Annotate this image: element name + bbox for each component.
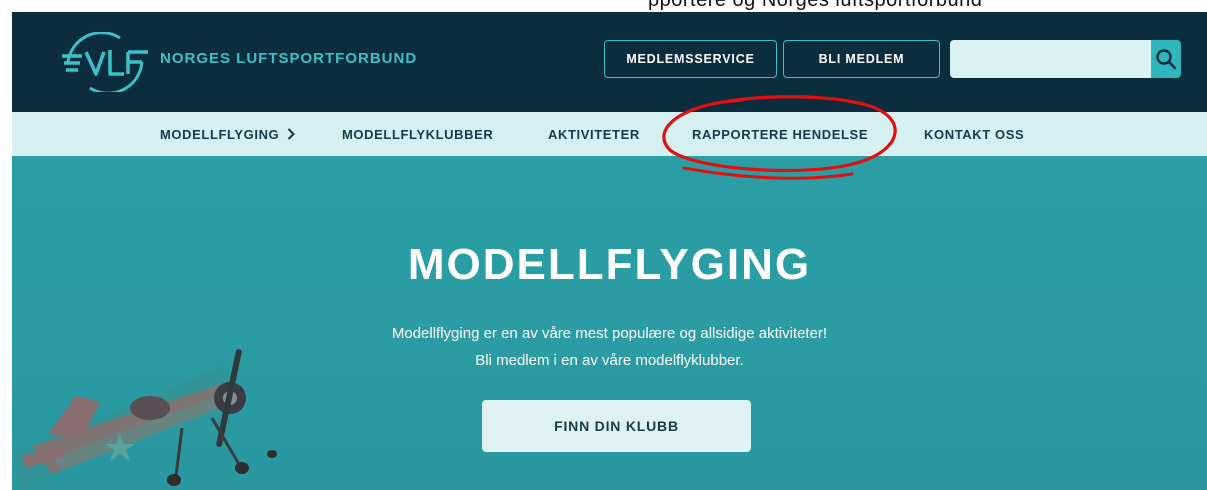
hero-text-line-1: Modellflyging er en av våre mest populær… (391, 325, 828, 342)
nav-item-modellflyging[interactable]: MODELLFLYGING (160, 112, 296, 156)
cropped-text-line: pportere og Norges luftsportforbund (648, 0, 983, 11)
nav-item-label: KONTAKT OSS (924, 126, 1025, 142)
hero-description: Modellflyging er en av våre mest populær… (12, 320, 1207, 374)
brand-name[interactable]: NORGES LUFTSPORTFORBUND (160, 50, 417, 67)
page: pportere og Norges luftsportforbund NORG… (0, 0, 1207, 490)
nav-item-label: MODELLFLYKLUBBER (342, 126, 494, 142)
site-header: NORGES LUFTSPORTFORBUND MEDLEMSSERVICE B… (12, 12, 1207, 112)
find-club-button[interactable]: FINN DIN KLUBB (482, 400, 751, 452)
cropped-top-text: pportere og Norges luftsportforbund (0, 0, 1207, 12)
nav-item-aktiviteter[interactable]: AKTIVITETER (548, 112, 640, 156)
join-button[interactable]: BLI MEDLEM (783, 40, 940, 78)
search-button[interactable] (1151, 40, 1181, 78)
nav-item-modellflyklubber[interactable]: MODELLFLYKLUBBER (342, 112, 493, 156)
chevron-right-icon (287, 128, 296, 140)
search-icon (1156, 49, 1177, 70)
nlf-logo-icon[interactable] (58, 32, 152, 92)
search-bar (950, 40, 1181, 78)
nav-item-label: RAPPORTERE HENDELSE (692, 126, 869, 142)
member-service-button[interactable]: MEDLEMSSERVICE (604, 40, 777, 78)
nav-item-label: MODELLFLYGING (160, 126, 280, 142)
nav-item-label: AKTIVITETER (548, 126, 640, 142)
hero-text-line-2: Bli medlem i en av våre modelflyklubber. (475, 352, 744, 369)
search-input[interactable] (950, 40, 1151, 78)
nav-item-rapportere-hendelse[interactable]: RAPPORTERE HENDELSE (692, 112, 868, 156)
nav-item-kontakt-oss[interactable]: KONTAKT OSS (924, 112, 1024, 156)
hero-title: MODELLFLYGING (407, 240, 812, 289)
main-nav: MODELLFLYGING MODELLFLYKLUBBER AKTIVITET… (12, 112, 1207, 156)
hero-banner: MODELLFLYGING Modellflyging er en av vår… (12, 156, 1207, 490)
